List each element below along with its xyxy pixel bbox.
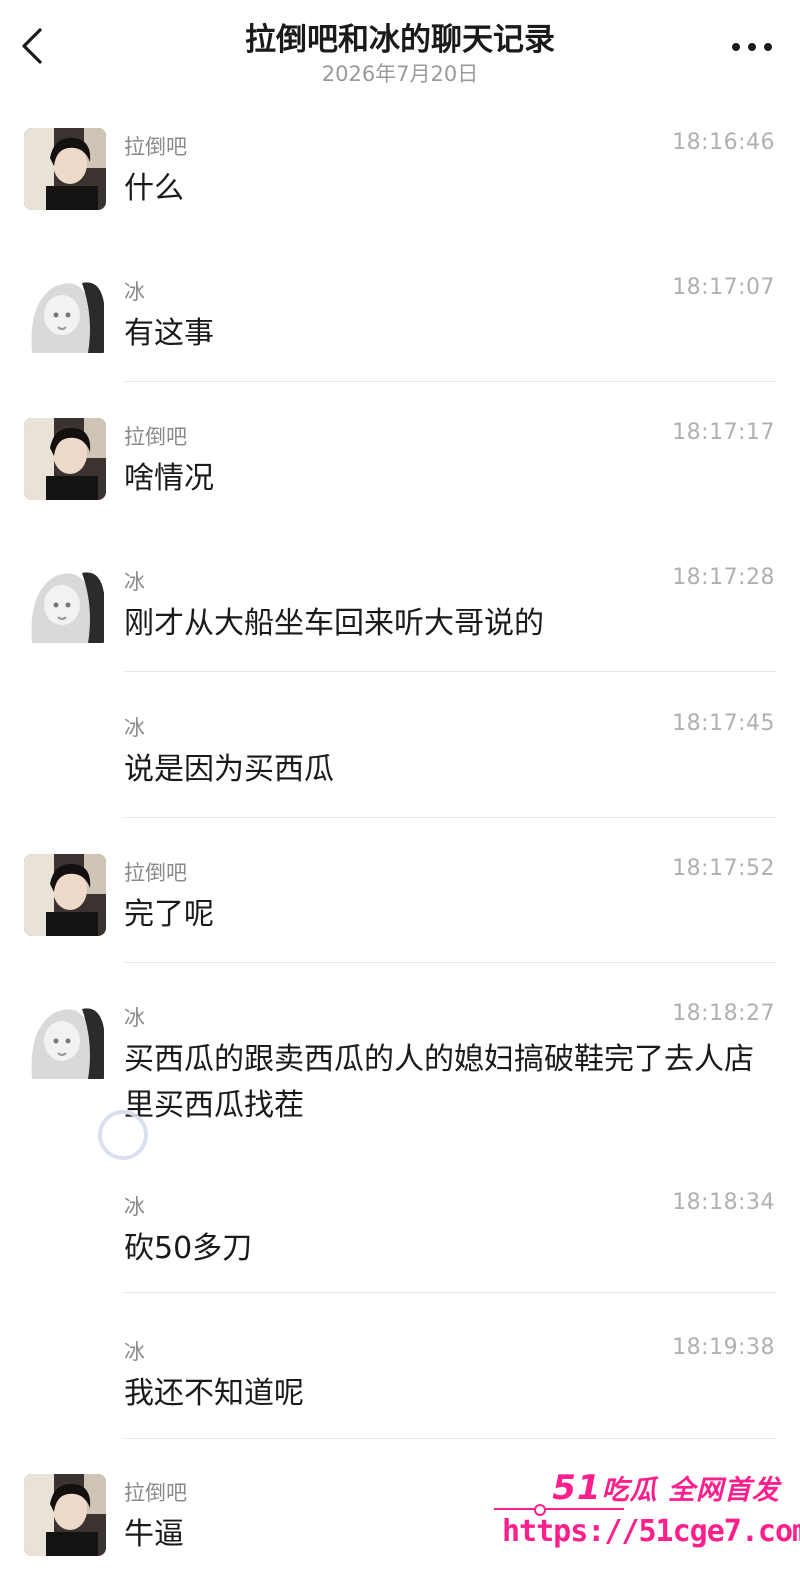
avatar-ladaoba[interactable]: [24, 128, 106, 210]
chat-header: 拉倒吧和冰的聊天记录 2026年7月20日: [0, 0, 800, 100]
message-time: 18:16:46: [672, 130, 775, 155]
sender-name: 拉倒吧: [124, 135, 187, 159]
more-icon: [732, 43, 740, 51]
message-text: 什么: [124, 171, 184, 206]
watermark-logo-number: 51: [552, 1468, 602, 1508]
page-date: 2026年7月20日: [321, 62, 479, 86]
message-item[interactable]: 冰 18:18:34 砍50多刀: [0, 1188, 800, 1288]
message-text: 有这事: [124, 316, 214, 351]
message-time: 18:19:38: [672, 1335, 775, 1360]
divider: [124, 1438, 776, 1439]
message-item[interactable]: 拉倒吧 18:16:46 什么: [0, 128, 800, 228]
message-time: 18:17:28: [672, 565, 775, 590]
divider: [124, 962, 776, 963]
sender-name: 拉倒吧: [124, 1481, 187, 1505]
message-time: 18:17:52: [672, 856, 775, 881]
avatar-ladaoba[interactable]: [24, 418, 106, 500]
divider: [124, 671, 776, 672]
page-title: 拉倒吧和冰的聊天记录: [245, 22, 555, 58]
message-time: 18:17:45: [672, 711, 775, 736]
message-item[interactable]: 冰 18:17:45 说是因为买西瓜: [0, 709, 800, 809]
message-text: 买西瓜的跟卖西瓜的人的媳妇搞破鞋完了去人店里买西瓜找茬: [124, 1042, 754, 1123]
sender-name: 冰: [124, 570, 145, 594]
message-item[interactable]: 冰 18:17:07 有这事: [0, 273, 800, 373]
message-item[interactable]: 拉倒吧 18:17:52 完了呢: [0, 854, 800, 954]
message-time: 18:18:27: [672, 1001, 775, 1026]
sender-name: 冰: [124, 280, 145, 304]
message-item[interactable]: 冰 18:19:38 我还不知道呢: [0, 1333, 800, 1433]
message-time: 18:17:07: [672, 275, 775, 300]
avatar-bing[interactable]: [24, 273, 106, 355]
watermark: 51吃瓜 全网首发 https://51cge7.com: [494, 1468, 800, 1568]
message-text: 说是因为买西瓜: [124, 752, 334, 787]
more-button[interactable]: [730, 40, 774, 56]
sender-name: 拉倒吧: [124, 425, 187, 449]
divider: [124, 381, 776, 382]
message-text: 刚才从大船坐车回来听大哥说的: [124, 606, 544, 641]
sender-name: 冰: [124, 1006, 145, 1030]
watermark-logo: 51吃瓜 全网首发: [552, 1468, 780, 1508]
sender-name: 冰: [124, 1195, 145, 1219]
avatar-bing[interactable]: [24, 563, 106, 645]
avatar-ladaoba[interactable]: [24, 1474, 106, 1556]
message-text: 啥情况: [124, 461, 214, 496]
message-time: 18:17:17: [672, 420, 775, 445]
message-text: 完了呢: [124, 897, 214, 932]
divider: [124, 1292, 776, 1293]
avatar-ladaoba[interactable]: [24, 854, 106, 936]
message-time: 18:18:34: [672, 1190, 775, 1215]
divider: [124, 817, 776, 818]
watermark-url: https://51cge7.com: [502, 1514, 800, 1549]
avatar-bing[interactable]: [24, 999, 106, 1081]
sender-name: 冰: [124, 1340, 145, 1364]
message-text: 我还不知道呢: [124, 1376, 304, 1411]
message-item[interactable]: 冰 18:17:28 刚才从大船坐车回来听大哥说的: [0, 563, 800, 663]
sender-name: 冰: [124, 716, 145, 740]
message-item[interactable]: 拉倒吧 18:17:17 啥情况: [0, 418, 800, 518]
watermark-logo-text: 吃瓜 全网首发: [601, 1475, 780, 1506]
touch-indicator: [98, 1110, 148, 1160]
message-text: 砍50多刀: [124, 1231, 253, 1266]
watermark-line: [494, 1508, 624, 1510]
sender-name: 拉倒吧: [124, 861, 187, 885]
